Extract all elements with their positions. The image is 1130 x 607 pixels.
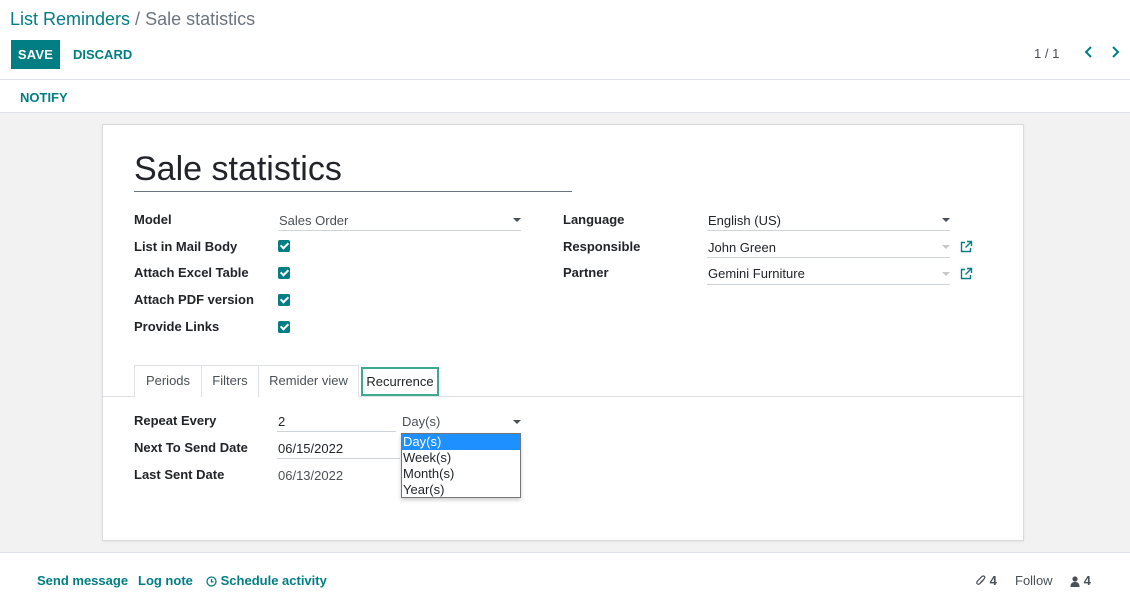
dropdown-option-months[interactable]: Month(s) (402, 466, 520, 482)
external-link-icon[interactable] (959, 240, 973, 254)
responsible-field[interactable]: John Green (708, 240, 776, 255)
pager-value[interactable]: 1 / 1 (1034, 46, 1059, 61)
repeat-unit-select[interactable]: Day(s) (402, 414, 440, 429)
save-button[interactable]: SAVE (11, 40, 60, 69)
chevron-right-icon[interactable] (1108, 43, 1122, 61)
send-message-button[interactable]: Send message (37, 573, 128, 588)
dropdown-option-years[interactable]: Year(s) (402, 482, 520, 498)
breadcrumb: List Reminders / Sale statistics (10, 8, 255, 30)
model-dropdown-caret-icon[interactable] (513, 218, 521, 222)
repeat-every-label: Repeat Every (134, 413, 217, 428)
repeat-every-input[interactable]: 2 (278, 414, 285, 429)
language-field-underline (707, 230, 950, 231)
attach-excel-label: Attach Excel Table (134, 265, 249, 280)
next-to-send-label: Next To Send Date (134, 440, 248, 455)
list-in-mail-body-label: List in Mail Body (134, 239, 238, 254)
tab-periods[interactable]: Periods (134, 365, 202, 397)
breadcrumb-separator: / (130, 9, 146, 29)
schedule-activity-button[interactable]: Schedule activity (206, 573, 327, 590)
user-icon (1070, 575, 1080, 590)
partner-field-underline (707, 284, 950, 285)
paperclip-icon (976, 575, 986, 590)
language-label: Language (563, 212, 625, 227)
list-in-mail-body-checkbox[interactable] (278, 240, 290, 252)
language-select[interactable]: English (US) (708, 213, 781, 228)
next-to-send-date-input[interactable]: 06/15/2022 (278, 441, 343, 456)
language-dropdown-caret-icon[interactable] (942, 218, 950, 222)
repeat-every-underline (277, 431, 396, 432)
responsible-field-underline (707, 257, 950, 258)
last-sent-label: Last Sent Date (134, 467, 225, 482)
form-statusbar: NOTIFY (0, 80, 1130, 113)
control-panel: List Reminders / Sale statistics SAVE DI… (0, 0, 1130, 80)
model-label: Model (134, 212, 172, 227)
responsible-label: Responsible (563, 239, 641, 254)
attach-pdf-checkbox[interactable] (278, 294, 290, 306)
follow-button[interactable]: Follow (1015, 573, 1053, 588)
last-sent-date-value: 06/13/2022 (278, 468, 344, 483)
tab-remider-view[interactable]: Remider view (258, 365, 359, 397)
followers-count: 4 (1083, 573, 1091, 588)
attachments-count: 4 (989, 573, 997, 588)
model-select[interactable]: Sales Order (279, 213, 348, 228)
attachments-button[interactable]: 4 (976, 573, 997, 590)
chevron-left-icon[interactable] (1082, 43, 1096, 61)
external-link-icon[interactable] (959, 267, 973, 281)
provide-links-checkbox[interactable] (278, 321, 290, 333)
partner-dropdown-caret-icon[interactable] (942, 272, 950, 276)
form-sheet: Sale statistics Model Sales Order List i… (102, 124, 1024, 541)
log-note-button[interactable]: Log note (138, 573, 193, 588)
dropdown-option-weeks[interactable]: Week(s) (402, 450, 520, 466)
attach-excel-checkbox[interactable] (278, 267, 290, 279)
breadcrumb-current: Sale statistics (145, 9, 256, 29)
repeat-unit-dropdown-list: Day(s) Week(s) Month(s) Year(s) (401, 433, 521, 498)
next-to-send-underline (277, 458, 400, 459)
schedule-activity-label: Schedule activity (220, 573, 327, 588)
tab-recurrence[interactable]: Recurrence (361, 367, 439, 396)
followers-button[interactable]: 4 (1070, 573, 1091, 590)
notify-button[interactable]: NOTIFY (15, 86, 73, 108)
tab-filters[interactable]: Filters (201, 365, 259, 397)
discard-button[interactable]: DISCARD (68, 40, 137, 69)
provide-links-label: Provide Links (134, 319, 220, 334)
partner-label: Partner (563, 265, 609, 280)
model-field-underline (278, 230, 521, 231)
repeat-unit-caret-icon[interactable] (513, 420, 521, 424)
breadcrumb-parent-link[interactable]: List Reminders (10, 9, 130, 29)
dropdown-option-days[interactable]: Day(s) (402, 434, 520, 450)
responsible-dropdown-caret-icon[interactable] (942, 245, 950, 249)
chatter-topbar: Send message Log note Schedule activity … (0, 554, 1130, 607)
record-title-field[interactable]: Sale statistics (134, 149, 572, 192)
attach-pdf-label: Attach PDF version (134, 292, 254, 307)
clock-icon (206, 575, 217, 590)
partner-field[interactable]: Gemini Furniture (708, 266, 805, 281)
